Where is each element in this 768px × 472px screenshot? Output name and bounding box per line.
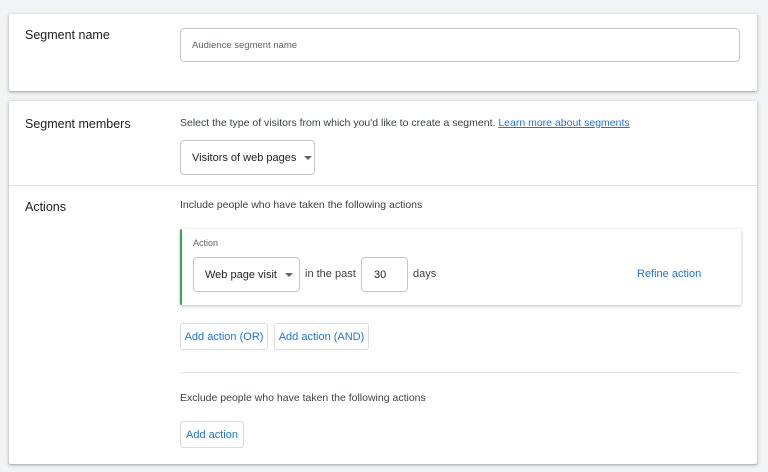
days-text: days	[413, 268, 437, 280]
days-value: 30	[374, 268, 387, 281]
action-type-dropdown[interactable]: Web page visit	[193, 257, 300, 292]
actions-label: Actions	[25, 200, 66, 214]
add-action-or-button[interactable]: Add action (OR)	[180, 323, 268, 350]
segment-name-card: Segment name Audience segment name	[9, 14, 757, 91]
section-divider	[9, 185, 757, 186]
add-action-and-button[interactable]: Add action (AND)	[274, 323, 369, 350]
chevron-down-icon	[284, 272, 293, 277]
segment-config-card: Segment members Select the type of visit…	[9, 101, 757, 464]
segment-name-label: Segment name	[25, 28, 110, 42]
learn-more-link[interactable]: Learn more about segments	[498, 117, 629, 129]
action-label: Action	[193, 238, 219, 248]
visitor-type-dropdown[interactable]: Visitors of web pages	[180, 140, 315, 175]
days-input[interactable]: 30	[361, 257, 408, 292]
segment-members-label: Segment members	[25, 117, 131, 131]
exclude-description: Exclude people who have taken the follow…	[180, 392, 426, 404]
segment-name-placeholder: Audience segment name	[192, 39, 298, 51]
in-the-past-text: in the past	[305, 268, 356, 280]
segment-members-description: Select the type of visitors from which y…	[180, 117, 630, 129]
visitor-type-value: Visitors of web pages	[192, 151, 297, 164]
add-exclude-action-button[interactable]: Add action	[180, 421, 244, 448]
action-type-value: Web page visit	[205, 268, 277, 281]
action-card: Action Web page visit in the past 30 day…	[180, 229, 741, 305]
include-description: Include people who have taken the follow…	[180, 199, 423, 211]
segment-name-input[interactable]: Audience segment name	[180, 28, 740, 62]
segment-members-text: Select the type of visitors from which y…	[180, 117, 496, 129]
include-exclude-divider	[180, 372, 740, 373]
chevron-down-icon	[304, 155, 313, 160]
refine-action-link[interactable]: Refine action	[637, 268, 701, 280]
